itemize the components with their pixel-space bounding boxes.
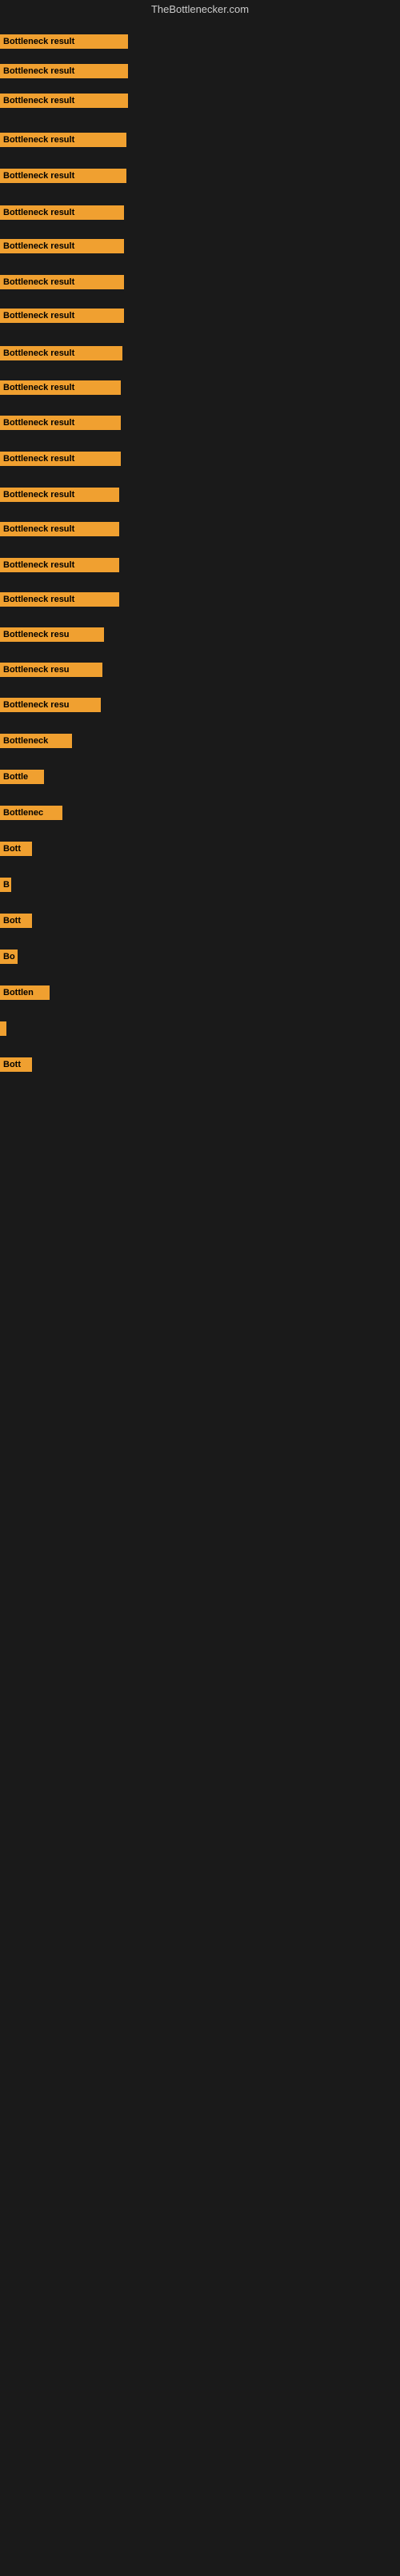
bottleneck-bar-9: Bottleneck result — [0, 309, 124, 323]
bottleneck-bar-4: Bottleneck result — [0, 133, 126, 147]
bottleneck-bar-10: Bottleneck result — [0, 346, 122, 360]
bottleneck-bar-24: Bott — [0, 842, 32, 856]
bottleneck-bar-19: Bottleneck resu — [0, 663, 102, 677]
bottleneck-bar-14: Bottleneck result — [0, 488, 119, 502]
bottleneck-bar-20: Bottleneck resu — [0, 698, 101, 712]
bottleneck-bar-16: Bottleneck result — [0, 558, 119, 572]
bottleneck-bar-3: Bottleneck result — [0, 94, 128, 108]
bottleneck-bar-23: Bottlenec — [0, 806, 62, 820]
bottleneck-bar-30: Bott — [0, 1057, 32, 1072]
bottleneck-bar-26: Bott — [0, 914, 32, 928]
bottleneck-bar-12: Bottleneck result — [0, 416, 121, 430]
bottleneck-bar-5: Bottleneck result — [0, 169, 126, 183]
bottleneck-bar-18: Bottleneck resu — [0, 627, 104, 642]
bottleneck-bar-8: Bottleneck result — [0, 275, 124, 289]
bottleneck-bar-22: Bottle — [0, 770, 44, 784]
bottleneck-bar-11: Bottleneck result — [0, 380, 121, 395]
site-title: TheBottlenecker.com — [0, 0, 400, 18]
bottleneck-bar-21: Bottleneck — [0, 734, 72, 748]
bars-container: Bottleneck result Bottleneck result Bottle… — [0, 18, 400, 2576]
page-container: TheBottlenecker.com Bottleneck resultBot… — [0, 0, 400, 2576]
bottleneck-bar-15: Bottleneck result — [0, 522, 119, 536]
bottleneck-bar-29 — [0, 1021, 6, 1036]
bottleneck-bar-6: Bottleneck result — [0, 205, 124, 220]
bottleneck-bar-27: Bo — [0, 950, 18, 964]
bottleneck-bar-28: Bottlen — [0, 985, 50, 1000]
bottleneck-bar-2: Bottleneck result — [0, 64, 128, 78]
bottleneck-bar-13: Bottleneck result — [0, 452, 121, 466]
bottleneck-bar-7: Bottleneck result — [0, 239, 124, 253]
bottleneck-bar-17: Bottleneck result — [0, 592, 119, 607]
bottleneck-bar-25: B — [0, 878, 11, 892]
bottleneck-bar-1: Bottleneck result — [0, 34, 128, 49]
